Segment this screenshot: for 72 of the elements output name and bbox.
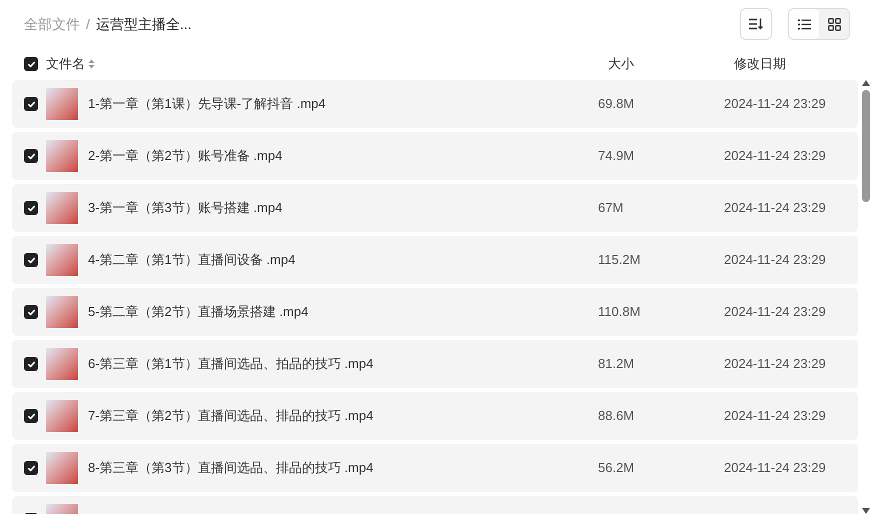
modified-date: 2024-11-24 23:29 bbox=[724, 147, 826, 166]
video-thumbnail bbox=[46, 88, 78, 120]
checkbox[interactable] bbox=[24, 409, 38, 423]
checkbox[interactable] bbox=[24, 305, 38, 319]
file-row[interactable]: 3-第一章（第3节）账号搭建 .mp4 67M 2024-11-24 23:29 bbox=[12, 184, 858, 232]
column-header: 修改日期 bbox=[734, 55, 786, 74]
file-name: 6-第三章（第1节）直播间选品、拍品的技巧 .mp4 bbox=[88, 355, 374, 374]
breadcrumb-separator: / bbox=[86, 14, 90, 34]
file-row[interactable]: 2-第一章（第2节）账号准备 .mp4 74.9M 2024-11-24 23:29 bbox=[12, 132, 858, 180]
file-size: 81.2M bbox=[598, 355, 636, 374]
file-row[interactable]: 1-第一章（第1课）先导课-了解抖音 .mp4 69.8M 2024-11-24 23:29 bbox=[12, 80, 858, 128]
checkbox[interactable] bbox=[24, 57, 38, 71]
checkbox[interactable] bbox=[24, 253, 38, 267]
modified-date: 2024-11-24 23:29 bbox=[724, 407, 826, 426]
checkbox[interactable] bbox=[24, 149, 38, 163]
file-size: 115.2M bbox=[598, 251, 642, 270]
checkmark-icon bbox=[26, 152, 36, 160]
checkmark-icon bbox=[26, 204, 36, 212]
checkbox[interactable] bbox=[24, 201, 38, 215]
modified-date: 2024-11-24 23:29 bbox=[724, 355, 826, 374]
file-name: 8-第三章（第3节）直播间选品、排品的技巧 .mp4 bbox=[88, 459, 374, 478]
modified-date: 2024-11-24 23:29 bbox=[724, 459, 826, 478]
file-name: 2-第一章（第2节）账号准备 .mp4 bbox=[88, 147, 284, 166]
view-tab[interactable] bbox=[789, 9, 819, 39]
modified-date: 2024-11-24 23:29 bbox=[724, 199, 826, 218]
video-thumbnail bbox=[46, 296, 78, 328]
checkbox[interactable] bbox=[24, 461, 38, 475]
column-header: 大小 bbox=[608, 55, 635, 74]
video-thumbnail bbox=[46, 348, 78, 380]
file-row[interactable]: 6-第三章（第1节）直播间选品、拍品的技巧 .mp4 81.2M 2024-11-24 23:29 bbox=[12, 340, 858, 388]
file-size: 56.2M bbox=[598, 459, 636, 478]
file-size: 69.8M bbox=[598, 95, 636, 114]
list-icon bbox=[798, 18, 810, 30]
scroll-up-icon bbox=[862, 80, 870, 86]
file-name: 5-第二章（第2节）直播场景搭建 .mp4 bbox=[88, 303, 310, 322]
file-size: 74.9M bbox=[598, 147, 636, 166]
sort-icon bbox=[749, 18, 763, 30]
video-thumbnail bbox=[46, 140, 78, 172]
file-name: 3-第一章（第3节）账号搭建 .mp4 bbox=[88, 199, 284, 218]
modified-date: 2024-11-24 23:29 bbox=[724, 303, 826, 322]
video-thumbnail bbox=[46, 400, 78, 432]
checkmark-icon bbox=[26, 308, 36, 316]
checkmark-icon bbox=[26, 360, 36, 368]
scrollbar[interactable] bbox=[862, 80, 870, 514]
modified-date: 2024-11-24 23:29 bbox=[724, 251, 826, 270]
modified-date: 2024-11-24 23:29 bbox=[724, 95, 826, 114]
file-size: 88.6M bbox=[598, 407, 636, 426]
checkmark-icon bbox=[26, 100, 36, 108]
file-size: 110.8M bbox=[598, 303, 642, 322]
file-row[interactable]: 5-第二章（第2节）直播场景搭建 .mp4 110.8M 2024-11-24 23:29 bbox=[12, 288, 858, 336]
column-header[interactable]: 文件名 bbox=[46, 54, 85, 74]
file-name: 1-第一章（第1课）先导课-了解抖音 .mp4 bbox=[88, 95, 327, 114]
file-row[interactable]: 8-第三章（第3节）直播间选品、排品的技巧 .mp4 56.2M 2024-11-24 23:29 bbox=[12, 444, 858, 492]
file-size: 67M bbox=[598, 199, 624, 218]
file-row[interactable]: 4-第二章（第1节）直播间设备 .mp4 115.2M 2024-11-24 23:29 bbox=[12, 236, 858, 284]
checkmark-icon bbox=[26, 256, 36, 264]
sort-arrows-icon[interactable] bbox=[88, 59, 95, 69]
file-name: 7-第三章（第2节）直播间选品、排品的技巧 .mp4 bbox=[88, 407, 374, 426]
file-row[interactable]: 7-第三章（第2节）直播间选品、排品的技巧 .mp4 88.6M 2024-11-24 23:29 bbox=[12, 392, 858, 440]
video-thumbnail bbox=[46, 452, 78, 484]
breadcrumb-current: 运营型主播全... bbox=[96, 14, 192, 34]
video-thumbnail bbox=[46, 244, 78, 276]
checkbox[interactable] bbox=[24, 357, 38, 371]
sort-button[interactable] bbox=[740, 8, 772, 40]
scroll-down-icon bbox=[862, 508, 870, 514]
checkmark-icon bbox=[26, 60, 36, 68]
video-thumbnail bbox=[46, 192, 78, 224]
checkbox[interactable] bbox=[24, 97, 38, 111]
file-name: 4-第二章（第1节）直播间设备 .mp4 bbox=[88, 251, 296, 270]
grid-icon bbox=[828, 18, 840, 30]
checkmark-icon bbox=[26, 412, 36, 420]
checkmark-icon bbox=[26, 464, 36, 472]
